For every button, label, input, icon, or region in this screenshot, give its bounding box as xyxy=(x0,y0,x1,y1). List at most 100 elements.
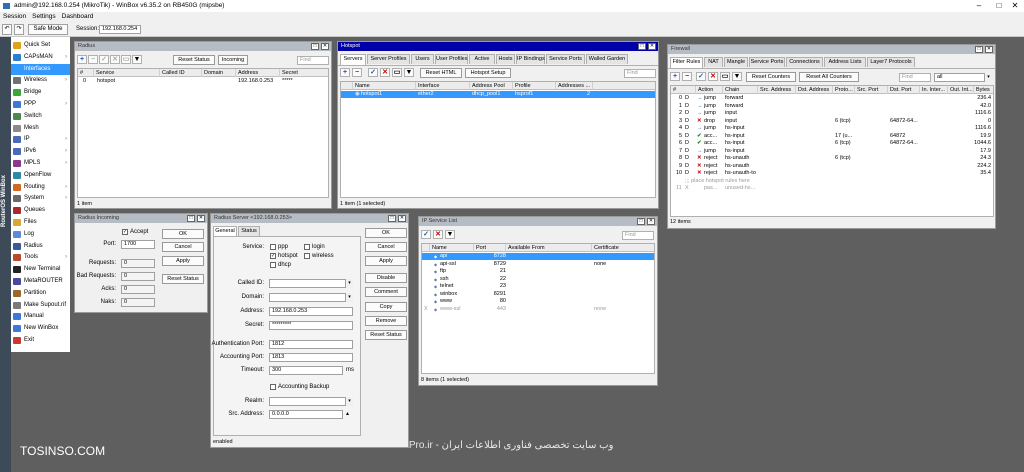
secret-input[interactable]: ********* xyxy=(269,321,353,330)
cancel-button[interactable]: Cancel xyxy=(365,242,407,252)
incoming-button[interactable]: Incoming xyxy=(218,55,248,65)
hotspot-find-input[interactable]: Find xyxy=(624,69,656,78)
column-header[interactable]: Port xyxy=(474,244,506,252)
column-header[interactable]: Address Pool xyxy=(470,82,513,90)
login-checkbox[interactable] xyxy=(304,244,310,250)
remove-icon[interactable]: − xyxy=(352,68,362,77)
port-input[interactable]: 1700 xyxy=(121,240,155,249)
tab-mangle[interactable]: Mangle xyxy=(724,57,748,67)
column-header[interactable]: Service xyxy=(94,69,160,77)
column-header[interactable]: Bytes xyxy=(974,86,993,94)
minimize-icon[interactable]: – xyxy=(970,0,988,12)
ip-service-find-input[interactable]: Find xyxy=(622,231,654,240)
table-row[interactable]: ◆ www 80 xyxy=(422,298,654,305)
table-row[interactable]: ◆ ssh 22 xyxy=(422,276,654,283)
sidebar-item-make-supout-rif[interactable]: Make Supout.rif xyxy=(11,300,70,311)
close-icon[interactable]: ✕ xyxy=(1006,0,1024,12)
comment-button[interactable]: Comment xyxy=(365,287,407,297)
filter-icon[interactable]: ▼ xyxy=(404,68,414,77)
comment-icon[interactable]: ▭ xyxy=(392,68,402,77)
tab-walled-garden[interactable]: Walled Garden xyxy=(586,54,628,64)
table-row[interactable]: ◉ hotspot1 ether2 dhcp_pool1 hsprof1 2 xyxy=(341,91,655,98)
radius-incoming-maximize-icon[interactable]: □ xyxy=(187,215,195,222)
column-header[interactable] xyxy=(422,244,430,252)
enable-icon[interactable]: ✓ xyxy=(368,68,378,77)
filter-icon[interactable]: ▼ xyxy=(732,72,742,81)
sidebar-item-mpls[interactable]: MPLS › xyxy=(11,158,70,169)
radius-maximize-icon[interactable]: □ xyxy=(311,43,319,50)
remove-icon[interactable]: − xyxy=(682,72,692,81)
menu-session[interactable]: Session xyxy=(0,13,29,20)
column-header[interactable]: Dst. Address xyxy=(796,86,833,94)
address-input[interactable]: 192.168.0.253 xyxy=(269,307,353,316)
apply-button[interactable]: Apply xyxy=(162,256,204,266)
sidebar-item-bridge[interactable]: Bridge xyxy=(11,87,70,98)
tab-service-ports[interactable]: Service Ports xyxy=(749,57,785,67)
disable-icon[interactable]: ✕ xyxy=(380,68,390,77)
hotspot-checkbox[interactable]: ✓ xyxy=(270,253,276,259)
disable-icon[interactable]: ✕ xyxy=(708,72,718,81)
tab-ip-bindings[interactable]: IP Bindings xyxy=(516,54,545,64)
column-header[interactable]: Chain xyxy=(723,86,758,94)
table-row[interactable]: ◆ api-ssl 8729 none xyxy=(422,261,654,268)
table-row[interactable]: 3 D ✕ drop input 6 (tcp) 64872-64... 0 xyxy=(671,118,993,125)
column-header[interactable]: Available From xyxy=(506,244,592,252)
table-row[interactable]: ◆ telnet 23 xyxy=(422,283,654,290)
firewall-find-input[interactable]: Find xyxy=(899,73,931,82)
radius-close-icon[interactable]: ✕ xyxy=(321,43,329,50)
column-header[interactable]: Certificate xyxy=(592,244,654,252)
firewall-maximize-icon[interactable]: □ xyxy=(975,46,983,53)
column-header[interactable]: Name xyxy=(430,244,474,252)
redo-icon[interactable]: ↷ xyxy=(14,24,24,35)
table-row[interactable]: 0 D → jump forward 236.4 xyxy=(671,95,993,102)
sidebar-item-mesh[interactable]: Mesh xyxy=(11,123,70,134)
accounting-backup-checkbox[interactable] xyxy=(270,384,276,390)
copy-button[interactable]: Copy xyxy=(365,302,407,312)
enable-icon[interactable]: ✓ xyxy=(99,55,109,64)
ppp-checkbox[interactable] xyxy=(270,244,276,250)
table-row[interactable]: 1 D → jump forward 42.0 xyxy=(671,103,993,110)
column-header[interactable]: Called ID xyxy=(160,69,202,77)
table-row[interactable]: ◆ ftp 21 xyxy=(422,268,654,275)
disable-icon[interactable]: ✕ xyxy=(433,230,443,239)
disable-icon[interactable]: ✕ xyxy=(110,55,120,64)
column-header[interactable]: Src. Address xyxy=(758,86,796,94)
reset-status-button[interactable]: Reset Status xyxy=(365,330,407,340)
tab-address-lists[interactable]: Address Lists xyxy=(824,57,866,67)
chevron-down-icon[interactable]: ▾ xyxy=(345,397,353,406)
sidebar-item-log[interactable]: Log xyxy=(11,229,70,240)
table-row[interactable]: ◆ winbox 8291 xyxy=(422,291,654,298)
tab-users[interactable]: Users xyxy=(411,54,434,64)
menu-dashboard[interactable]: Dashboard xyxy=(59,13,97,20)
domain-input[interactable] xyxy=(269,293,353,302)
chevron-down-icon[interactable]: ▾ xyxy=(345,293,353,302)
reset-status-button[interactable]: Reset Status xyxy=(173,55,215,65)
tab-service-ports[interactable]: Service Ports xyxy=(546,54,585,64)
table-row[interactable]: 2 D → jump input 1116.6 xyxy=(671,110,993,117)
ip-service-close-icon[interactable]: ✕ xyxy=(647,218,655,225)
menu-settings[interactable]: Settings xyxy=(29,13,59,20)
sidebar-item-new-terminal[interactable]: New Terminal xyxy=(11,264,70,275)
tab-hosts[interactable]: Hosts xyxy=(496,54,515,64)
column-header[interactable]: In. Inter... xyxy=(920,86,948,94)
table-row[interactable]: 5 D ✔ acc... hs-input 17 (u... 64872 19.9 xyxy=(671,133,993,140)
tab-servers[interactable]: Servers xyxy=(340,54,366,65)
hotspot-close-icon[interactable]: ✕ xyxy=(648,43,656,50)
sidebar-item-ipv6[interactable]: IPv6 › xyxy=(11,146,70,157)
column-header[interactable]: Proto... xyxy=(833,86,855,94)
filter-icon[interactable]: ▼ xyxy=(445,230,455,239)
chevron-down-icon[interactable]: ▾ xyxy=(345,279,353,288)
accept-checkbox[interactable]: ✓ xyxy=(122,229,128,235)
column-header[interactable]: Secret xyxy=(280,69,328,77)
safe-mode-button[interactable]: Safe Mode xyxy=(28,24,68,35)
column-header[interactable]: Profile xyxy=(513,82,556,90)
src-address-input[interactable]: 0.0.0.0 xyxy=(269,410,343,419)
table-row[interactable]: 9 D ✕ reject hs-unauth 224.2 xyxy=(671,163,993,170)
ok-button[interactable]: OK xyxy=(162,229,204,239)
sidebar-item-capsman[interactable]: CAPsMAN › xyxy=(11,52,70,63)
table-row[interactable]: 6 D ✔ acc... hs-input 6 (tcp) 64872-64... 1044.… xyxy=(671,140,993,147)
tab-server-profiles[interactable]: Server Profiles xyxy=(367,54,410,64)
sidebar-item-metarouter[interactable]: MetaROUTER xyxy=(11,276,70,287)
sidebar-item-tools[interactable]: Tools › xyxy=(11,252,70,263)
tab-connections[interactable]: Connections xyxy=(786,57,823,67)
